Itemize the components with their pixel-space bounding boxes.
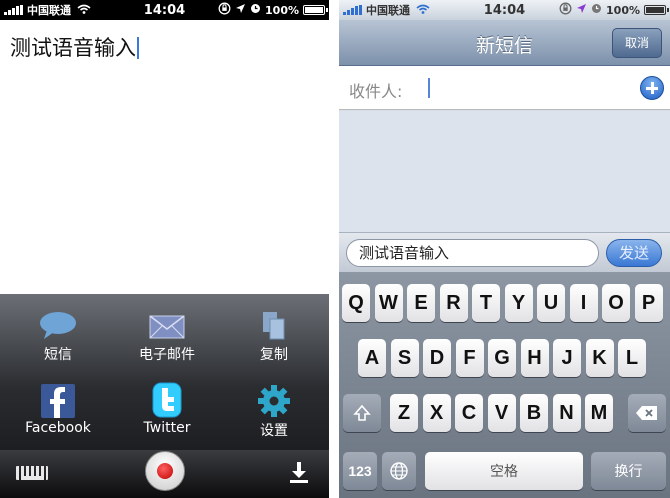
globe-icon — [390, 462, 408, 480]
share-sms-label: 短信 — [44, 347, 72, 363]
backspace-key[interactable] — [628, 394, 666, 432]
note-text: 测试语音输入 — [10, 36, 136, 60]
alarm-icon — [250, 3, 261, 17]
rotation-lock-icon — [559, 2, 572, 18]
settings-label: 设置 — [260, 423, 288, 439]
keyboard-icon[interactable] — [16, 466, 48, 480]
globe-key[interactable] — [382, 452, 416, 490]
nav-bar: 新短信 取消 — [339, 20, 670, 66]
signal-icon — [4, 5, 23, 15]
left-phone-screen: 中国联通 14:04 100% 测试语音输入 短信 电子邮件 复制 Facebo… — [0, 0, 329, 498]
copy-icon — [263, 312, 285, 340]
text-cursor — [428, 78, 430, 98]
location-icon — [235, 3, 246, 17]
right-phone-screen: 中国联通 14:04 100% 新短信 取消 收件人: 测试语音输入 发送 Q … — [339, 0, 670, 498]
key-z[interactable]: Z — [390, 394, 418, 432]
status-time: 14:04 — [143, 2, 186, 18]
message-input[interactable]: 测试语音输入 — [346, 239, 599, 267]
speech-bubble-icon — [40, 312, 76, 339]
key-s[interactable]: S — [390, 339, 419, 377]
key-f[interactable]: F — [455, 339, 484, 377]
signal-icon — [343, 5, 362, 15]
key-y[interactable]: Y — [504, 284, 533, 322]
key-g[interactable]: G — [488, 339, 516, 377]
location-icon — [576, 3, 587, 17]
key-n[interactable]: N — [552, 394, 581, 432]
share-email-button[interactable]: 电子邮件 — [117, 310, 217, 364]
recipient-field[interactable]: 收件人: — [339, 66, 670, 110]
backspace-icon — [636, 406, 657, 420]
gear-icon — [258, 385, 290, 417]
key-d[interactable]: D — [423, 339, 451, 377]
share-sms-button[interactable]: 短信 — [8, 310, 108, 364]
add-contact-button[interactable] — [640, 76, 664, 100]
rotation-lock-icon — [218, 2, 231, 18]
key-w[interactable]: W — [374, 284, 403, 322]
return-key[interactable]: 换行 — [591, 452, 666, 490]
share-twitter-button[interactable]: Twitter — [117, 382, 217, 436]
recipient-label: 收件人: — [349, 82, 403, 101]
text-cursor — [137, 37, 139, 59]
record-button[interactable] — [145, 451, 185, 491]
key-r[interactable]: R — [439, 284, 468, 322]
key-i[interactable]: I — [569, 284, 598, 322]
settings-button[interactable]: 设置 — [224, 384, 324, 440]
status-bar: 中国联通 14:04 100% — [0, 0, 329, 20]
alarm-icon — [591, 3, 602, 17]
space-key[interactable]: 空格 — [425, 452, 583, 490]
status-time: 14:04 — [483, 2, 526, 18]
status-bar: 中国联通 14:04 100% — [339, 0, 670, 20]
share-copy-label: 复制 — [260, 347, 288, 363]
key-c[interactable]: C — [455, 394, 483, 432]
wifi-icon — [77, 3, 91, 17]
key-t[interactable]: T — [472, 284, 500, 322]
key-e[interactable]: E — [407, 284, 435, 322]
share-copy-button[interactable]: 复制 — [224, 310, 324, 364]
key-o[interactable]: O — [602, 284, 630, 322]
carrier-label: 中国联通 — [366, 4, 410, 17]
key-p[interactable]: P — [634, 284, 663, 322]
key-q[interactable]: Q — [342, 284, 370, 322]
key-h[interactable]: H — [520, 339, 549, 377]
numbers-key[interactable]: 123 — [343, 452, 377, 490]
note-content[interactable]: 测试语音输入 — [10, 32, 139, 62]
download-icon[interactable] — [289, 460, 309, 484]
key-v[interactable]: V — [487, 394, 516, 432]
key-a[interactable]: A — [358, 339, 386, 377]
share-panel: 短信 电子邮件 复制 Facebook Twitter 设置 — [0, 294, 329, 450]
share-twitter-label: Twitter — [143, 420, 191, 436]
key-u[interactable]: U — [537, 284, 565, 322]
key-l[interactable]: L — [618, 339, 646, 377]
twitter-icon — [152, 382, 182, 418]
message-thread-area — [339, 111, 670, 232]
cancel-button[interactable]: 取消 — [612, 28, 662, 58]
key-x[interactable]: X — [422, 394, 451, 432]
shift-arrow-icon — [353, 404, 371, 421]
send-button[interactable]: 发送 — [606, 239, 662, 267]
share-email-label: 电子邮件 — [139, 347, 195, 363]
shift-key[interactable] — [343, 394, 381, 432]
compose-bar: 测试语音输入 发送 — [339, 232, 670, 272]
battery-icon — [644, 5, 669, 15]
carrier-label: 中国联通 — [27, 4, 71, 17]
battery-percent: 100% — [265, 3, 299, 17]
key-b[interactable]: B — [520, 394, 548, 432]
battery-percent: 100% — [606, 3, 640, 17]
key-j[interactable]: J — [553, 339, 581, 377]
wifi-icon — [416, 3, 430, 17]
share-facebook-label: Facebook — [25, 420, 91, 436]
share-facebook-button[interactable]: Facebook — [8, 384, 108, 436]
key-k[interactable]: K — [585, 339, 614, 377]
envelope-icon — [149, 315, 185, 339]
facebook-icon — [41, 384, 75, 418]
battery-icon — [303, 5, 328, 15]
key-m[interactable]: M — [585, 394, 613, 432]
keyboard: Q W E R T Y U I O P A S D F G H J K L Z X C V B N M 123 空格 换行 — [339, 272, 670, 498]
